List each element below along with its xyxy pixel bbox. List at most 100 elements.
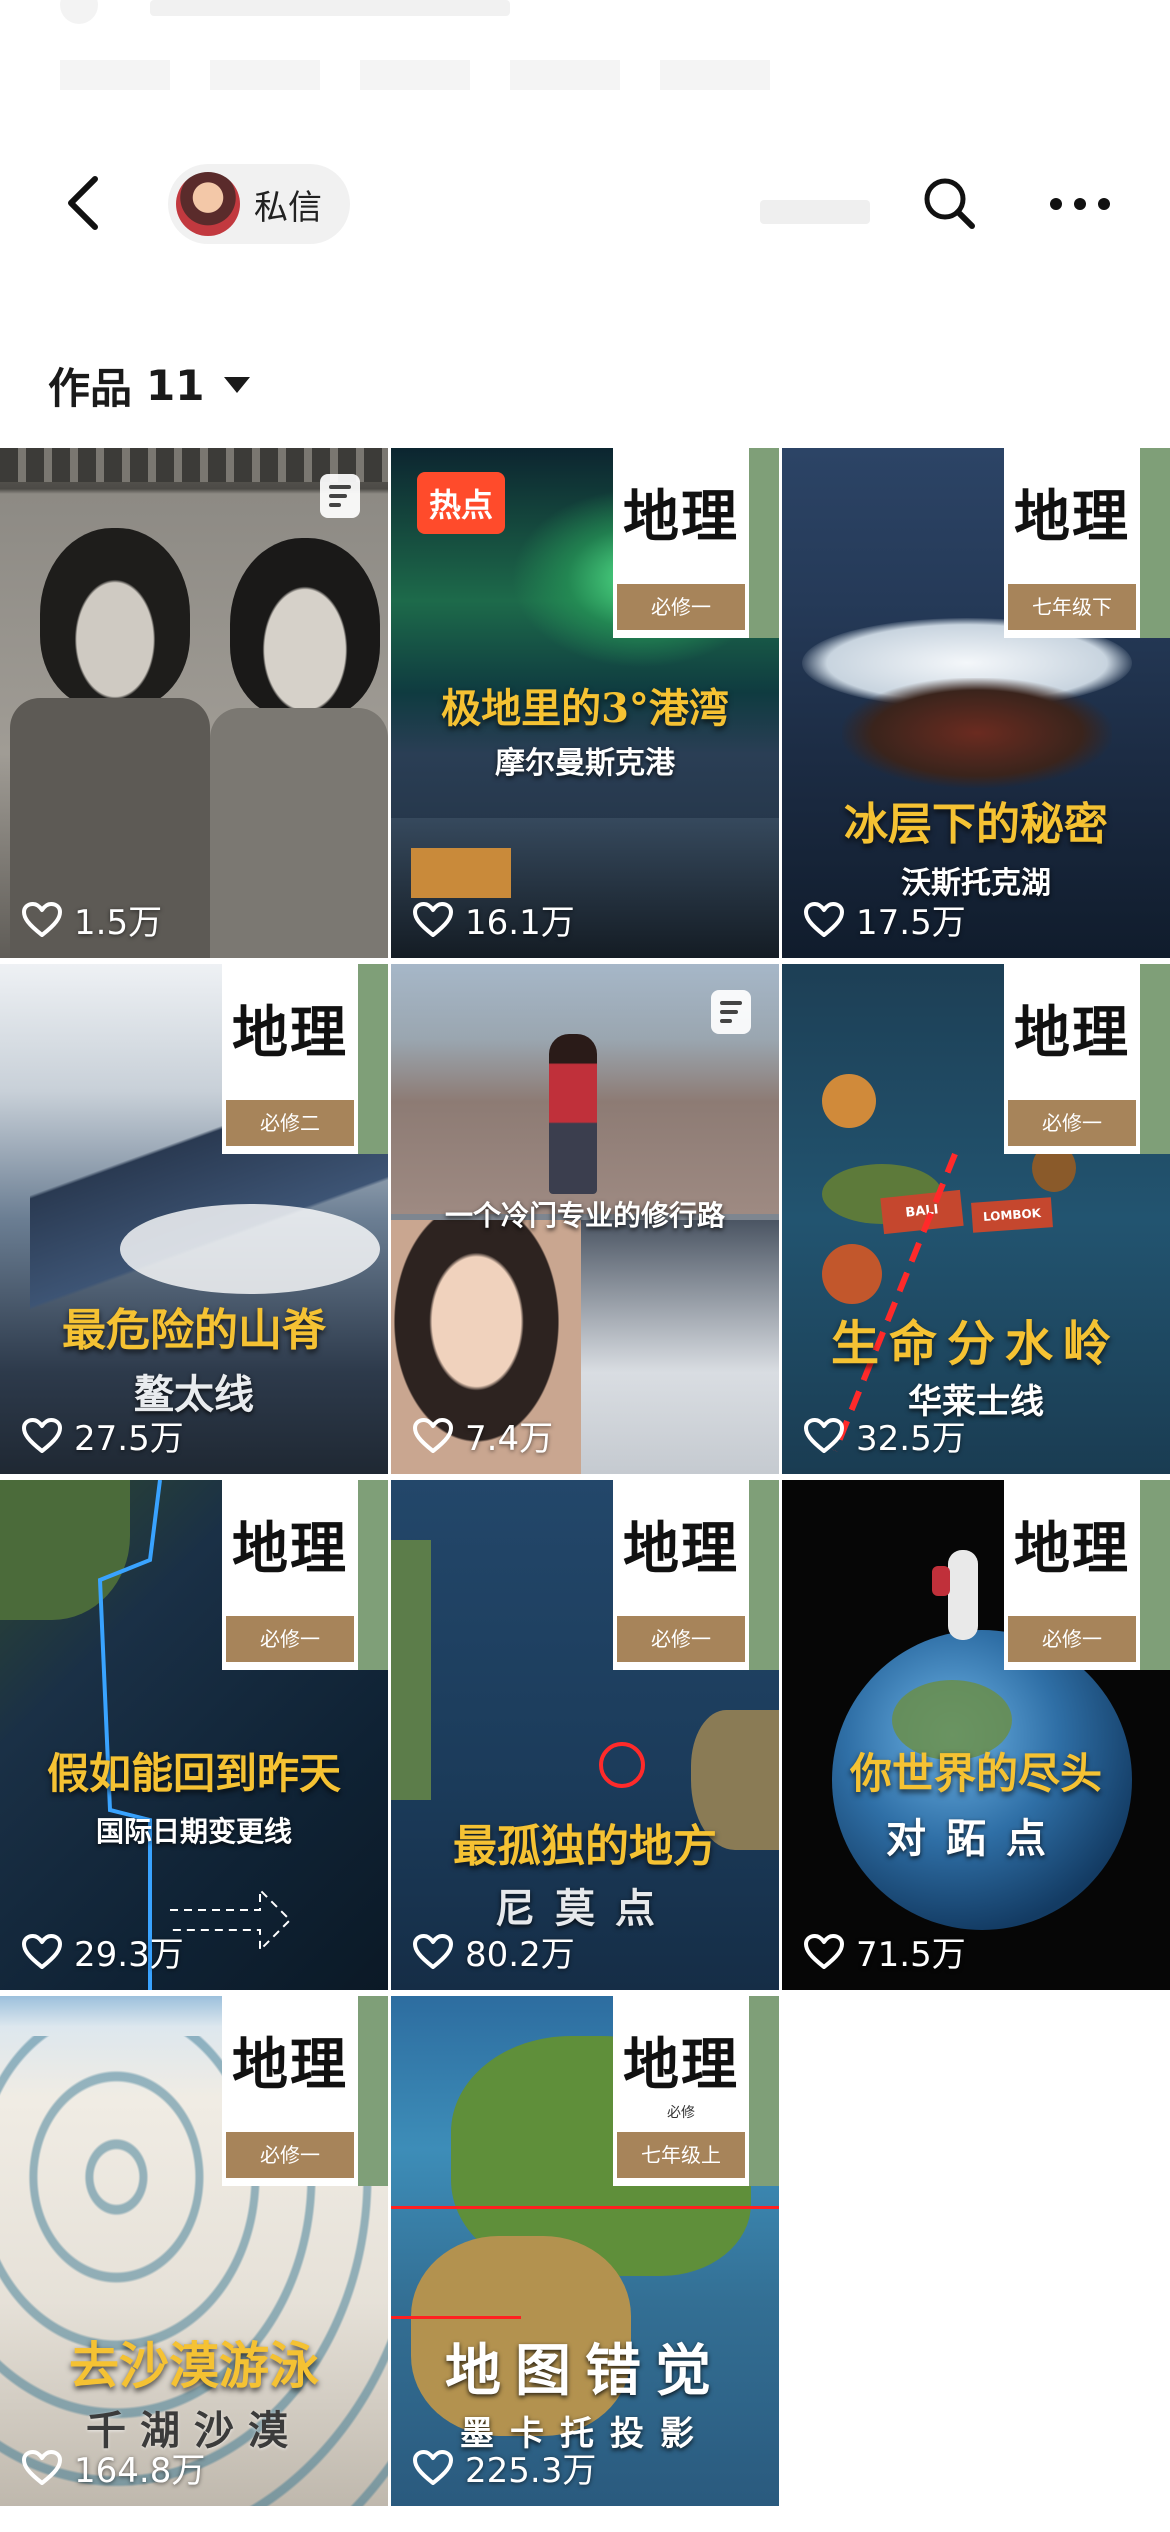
photo-snow [581, 1220, 779, 1474]
video-tile[interactable]: 地理 必修一 假如能回到昨天 国际日期变更线 29.3万 [0, 1480, 388, 1990]
like-count: 225.3万 [413, 2443, 596, 2492]
video-tile[interactable]: 热点 地理 必修一 极地里的3°港湾 摩尔曼斯克港 16.1万 [391, 448, 779, 958]
like-count: 16.1万 [413, 895, 575, 944]
works-dropdown[interactable]: 作品 11 [48, 355, 251, 415]
tag-title: 地理 [232, 1000, 348, 1066]
cabin [411, 848, 511, 898]
tag-grade: 必修一 [226, 1616, 354, 1662]
heart-icon [22, 2449, 62, 2485]
heart-icon [413, 1417, 453, 1453]
like-number: 80.2万 [465, 1935, 575, 1975]
video-caption: 冰层下的秘密 [844, 799, 1108, 850]
tag-grade: 七年级上 [617, 2132, 745, 2178]
video-tile[interactable]: 地理 必修一 你世界的尽头 对跖点 71.5万 [782, 1480, 1170, 1990]
video-tile[interactable]: 地理 必修二 最危险的山脊 鳌太线 27.5万 [0, 964, 388, 1474]
subject-tag: 地理 必修二 [222, 964, 388, 1154]
tag-grade: 必修一 [226, 2132, 354, 2178]
land [391, 1540, 431, 1800]
back-button[interactable] [48, 168, 118, 238]
video-subcaption: 尼莫点 [495, 1885, 675, 1932]
search-button[interactable] [918, 172, 982, 236]
subject-tag: 地理 必修一 [222, 1480, 388, 1670]
tag-title: 地理 [623, 1516, 739, 1582]
tag-grade: 必修一 [617, 584, 745, 630]
video-tile[interactable]: 一个冷门专业的修行路 7.4万 [391, 964, 779, 1474]
clouds [120, 1204, 380, 1294]
child-face [230, 538, 380, 718]
video-caption: 最孤独的地方 [453, 1821, 717, 1872]
video-tile[interactable]: 地理 七年级下 冰层下的秘密 沃斯托克湖 17.5万 [782, 448, 1170, 958]
like-number: 71.5万 [856, 1935, 966, 1975]
video-tile[interactable]: 地理 必修一 最孤独的地方 尼莫点 80.2万 [391, 1480, 779, 1990]
child-face [40, 528, 190, 708]
tag-grade: 必修一 [617, 1616, 745, 1662]
video-subcaption: 摩尔曼斯克港 [495, 746, 675, 781]
like-number: 16.1万 [465, 903, 575, 943]
tag-grade: 必修二 [226, 1100, 354, 1146]
like-number: 1.5万 [74, 903, 163, 943]
message-label: 私信 [254, 187, 322, 228]
video-tile[interactable]: BALI LOMBOK 地理 必修一 生命分水岭 华莱士线 32.5万 [782, 964, 1170, 1474]
heart-icon [413, 2449, 453, 2485]
subject-tag: 地理 必修 七年级上 [613, 1996, 779, 2186]
message-button[interactable]: 私信 [168, 164, 350, 244]
caret-down-icon [224, 377, 251, 393]
hot-badge: 热点 [417, 472, 506, 534]
works-count: 11 [146, 360, 205, 410]
faded-status-text [60, 60, 780, 90]
video-caption: 最危险的山脊 [62, 1305, 326, 1356]
tag-title: 地理 [1014, 1000, 1130, 1066]
heart-icon [413, 1933, 453, 1969]
tag-title: 地理 [232, 2032, 348, 2098]
walker-figure [948, 1550, 978, 1640]
video-caption: 一个冷门专业的修行路 [444, 1199, 725, 1232]
like-count: 164.8万 [22, 2443, 205, 2492]
heart-icon [413, 901, 453, 937]
subject-tag: 地理 必修一 [1004, 1480, 1170, 1670]
backpack [932, 1566, 950, 1596]
more-button[interactable] [1040, 172, 1120, 236]
note-icon [711, 990, 751, 1034]
avatar [176, 172, 240, 236]
heart-icon [22, 1417, 62, 1453]
target-circle [599, 1742, 645, 1788]
like-count: 32.5万 [804, 1411, 966, 1460]
like-number: 32.5万 [856, 1419, 966, 1459]
more-icon [1050, 198, 1110, 210]
subject-tag: 地理 必修一 [613, 448, 779, 638]
red-line [391, 2206, 779, 2209]
tag-title: 地理 [1014, 1516, 1130, 1582]
tag-grade: 七年级下 [1008, 584, 1136, 630]
chevron-left-icon [68, 176, 98, 230]
orangutan [822, 1244, 882, 1304]
video-tile[interactable]: 地理 必修一 去沙漠游泳 千湖沙漠 164.8万 [0, 1996, 388, 2506]
heart-icon [804, 1417, 844, 1453]
like-number: 164.8万 [74, 2451, 206, 2491]
search-icon [924, 178, 975, 229]
video-caption: 地图错觉 [445, 2338, 725, 2404]
video-caption: 假如能回到昨天 [46, 1749, 341, 1798]
like-number: 27.5万 [74, 1419, 184, 1459]
heart-icon [804, 1933, 844, 1969]
subject-tag: 地理 七年级下 [1004, 448, 1170, 638]
heart-icon [804, 901, 844, 937]
child-body [210, 708, 388, 958]
subject-tag: 地理 必修一 [613, 1480, 779, 1670]
terrain [842, 678, 1112, 788]
tag-title: 地理 [1014, 484, 1130, 550]
video-subcaption: 国际日期变更线 [95, 1815, 292, 1848]
video-tile[interactable]: 1.5万 [0, 448, 388, 958]
video-tile[interactable]: 地理 必修 七年级上 地图错觉 墨卡托投影 225.3万 [391, 1996, 779, 2506]
video-caption: 去沙漠游泳 [69, 2336, 319, 2395]
video-caption: 生命分水岭 [830, 1316, 1121, 1372]
tiger [822, 1074, 876, 1128]
video-caption: 你世界的尽头 [849, 1749, 1102, 1798]
like-number: 29.3万 [74, 1935, 184, 1975]
like-count: 1.5万 [22, 895, 162, 944]
tag-title: 地理 [623, 2032, 739, 2098]
heart-icon [22, 1933, 62, 1969]
like-number: 225.3万 [465, 2451, 597, 2491]
person [549, 1034, 597, 1194]
like-count: 27.5万 [22, 1411, 184, 1460]
lombok-label: LOMBOK [971, 1197, 1053, 1233]
